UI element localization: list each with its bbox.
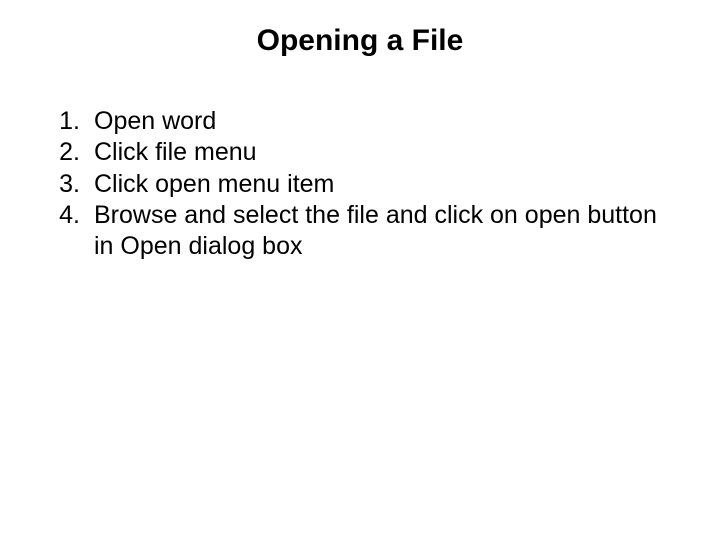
step-text: Open word	[94, 106, 670, 137]
list-item: 1. Open word	[50, 106, 670, 137]
step-number: 4.	[50, 200, 94, 263]
step-number: 1.	[50, 106, 94, 137]
list-item: 3. Click open menu item	[50, 169, 670, 200]
step-text: Browse and select the file and click on …	[94, 200, 670, 263]
list-item: 2. Click file menu	[50, 137, 670, 168]
step-number: 3.	[50, 169, 94, 200]
list-item: 4. Browse and select the file and click …	[50, 200, 670, 263]
step-text: Click file menu	[94, 137, 670, 168]
step-text: Click open menu item	[94, 169, 670, 200]
steps-list: 1. Open word 2. Click file menu 3. Click…	[50, 106, 670, 262]
slide: Opening a File 1. Open word 2. Click fil…	[0, 0, 720, 540]
page-title: Opening a File	[50, 24, 670, 58]
step-number: 2.	[50, 137, 94, 168]
